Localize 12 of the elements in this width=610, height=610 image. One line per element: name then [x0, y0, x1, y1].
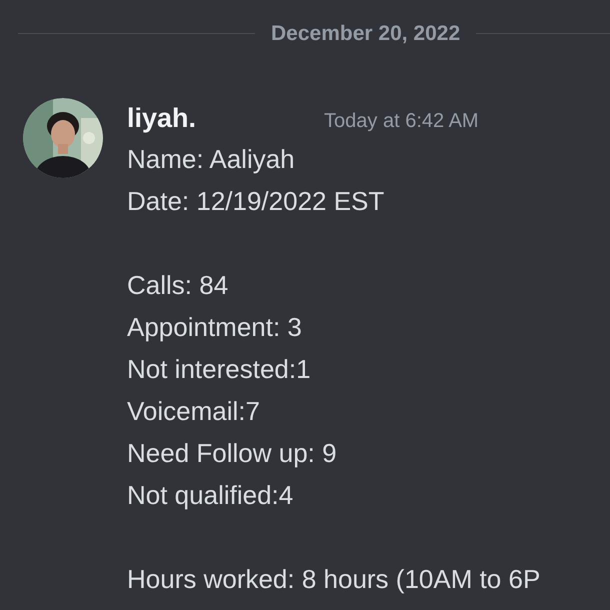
- date-divider-label: December 20, 2022: [270, 21, 462, 47]
- message-line: Date: 12/19/2022 EST: [127, 184, 386, 218]
- message-line: Hours worked: 8 hours (10AM to 6P: [127, 562, 540, 596]
- message-line: Calls: 84: [127, 268, 230, 302]
- message-line: Name: Aaliyah: [127, 142, 296, 176]
- message-line: Voicemail:7: [127, 394, 261, 428]
- message-line: Not interested:1: [127, 352, 312, 386]
- timestamp: Today at 6:42 AM: [323, 108, 479, 134]
- message-line: Not qualified:4: [127, 478, 294, 512]
- username[interactable]: liyah.: [127, 98, 196, 138]
- message-line: Need Follow up: 9: [127, 436, 338, 470]
- message-line: Appointment: 3: [127, 310, 303, 344]
